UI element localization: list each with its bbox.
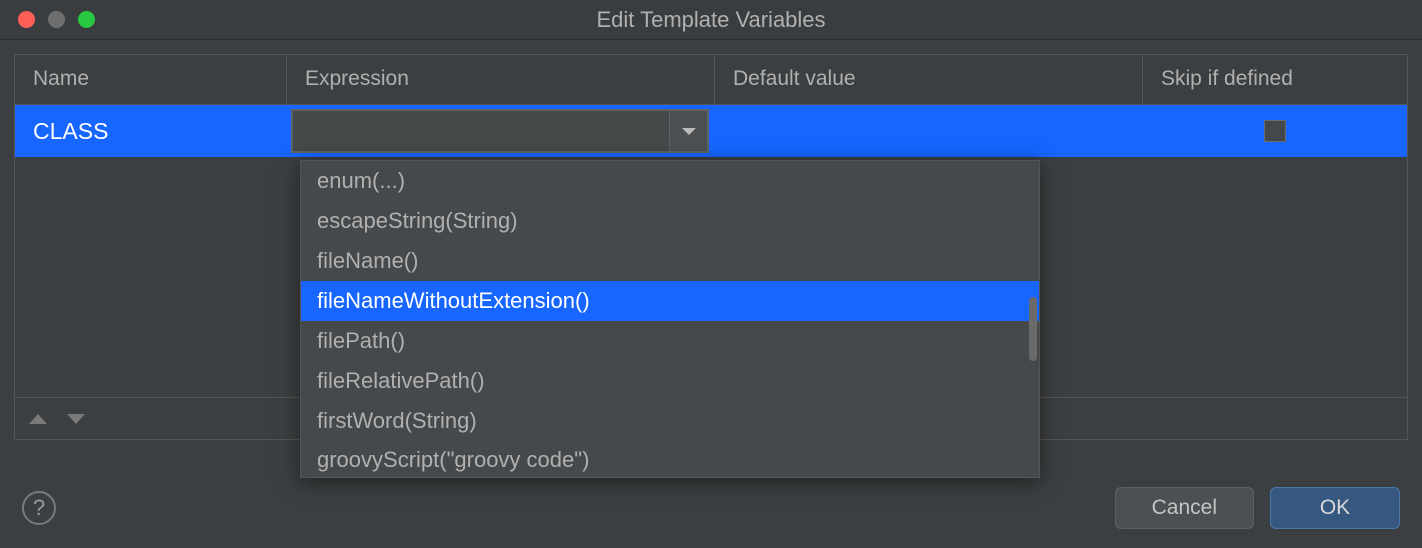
dialog-button-bar: ? Cancel OK [0, 468, 1422, 548]
chevron-down-icon [682, 128, 696, 135]
move-down-button[interactable] [67, 414, 85, 424]
column-header-default-value[interactable]: Default value [715, 55, 1143, 104]
skip-if-defined-checkbox[interactable] [1264, 120, 1286, 142]
cell-default-value[interactable] [715, 105, 1143, 157]
column-header-expression[interactable]: Expression [287, 55, 715, 104]
dropdown-item[interactable]: fileName() [301, 241, 1039, 281]
table-header: Name Expression Default value Skip if de… [15, 55, 1407, 105]
dropdown-item[interactable]: escapeString(String) [301, 201, 1039, 241]
window-title: Edit Template Variables [596, 7, 825, 33]
expression-combobox[interactable] [291, 109, 709, 153]
cell-expression[interactable] [287, 105, 715, 157]
dropdown-item[interactable]: enum(...) [301, 161, 1039, 201]
close-window-button[interactable] [18, 11, 35, 28]
expression-input[interactable] [293, 111, 669, 151]
dropdown-item[interactable]: firstWord(String) [301, 401, 1039, 441]
dropdown-item[interactable]: fileNameWithoutExtension() [301, 281, 1039, 321]
expression-dropdown-button[interactable] [669, 111, 707, 151]
column-header-skip-if-defined[interactable]: Skip if defined [1143, 55, 1407, 104]
dropdown-item[interactable]: fileRelativePath() [301, 361, 1039, 401]
minimize-window-button [48, 11, 65, 28]
maximize-window-button[interactable] [78, 11, 95, 28]
dropdown-item[interactable]: filePath() [301, 321, 1039, 361]
cell-skip-if-defined[interactable] [1143, 105, 1407, 157]
table-row[interactable]: CLASS [15, 105, 1407, 157]
ok-button[interactable]: OK [1270, 487, 1400, 529]
cell-name[interactable]: CLASS [15, 105, 287, 157]
titlebar: Edit Template Variables [0, 0, 1422, 40]
move-up-button[interactable] [29, 414, 47, 424]
dropdown-scrollbar[interactable] [1029, 297, 1037, 361]
column-header-name[interactable]: Name [15, 55, 287, 104]
help-button[interactable]: ? [22, 491, 56, 525]
dropdown-item[interactable]: groovyScript("groovy code") [301, 441, 1039, 477]
cancel-button[interactable]: Cancel [1115, 487, 1254, 529]
window-controls [0, 11, 95, 28]
expression-dropdown-popup: enum(...) escapeString(String) fileName(… [300, 160, 1040, 478]
